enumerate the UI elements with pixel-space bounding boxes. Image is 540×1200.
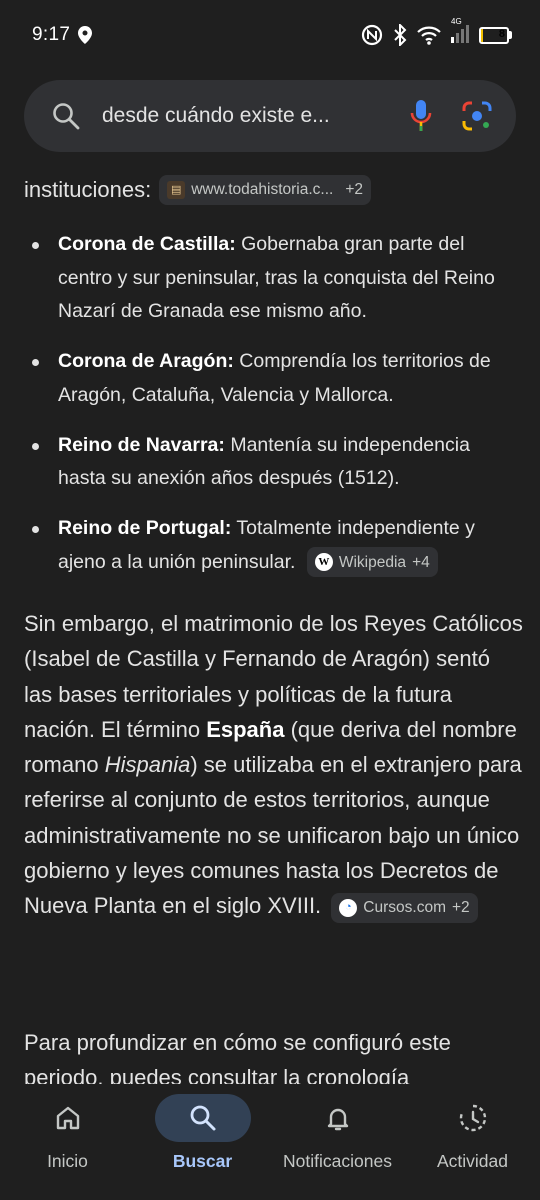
source-chip-wikipedia[interactable]: W Wikipedia +4 bbox=[306, 547, 438, 578]
mic-icon[interactable] bbox=[410, 99, 432, 133]
activity-icon bbox=[459, 1104, 486, 1132]
network-label: 4G bbox=[451, 16, 462, 26]
status-right: 4G 8 bbox=[361, 17, 512, 48]
nfc-icon bbox=[361, 24, 383, 46]
nav-label: Notificaciones bbox=[283, 1151, 392, 1171]
status-time: 9:17 bbox=[32, 24, 71, 45]
bluetooth-icon bbox=[394, 24, 407, 46]
battery-text: 8 bbox=[498, 27, 505, 40]
search-icon bbox=[190, 1105, 215, 1131]
cell-signal: 4G bbox=[451, 17, 469, 48]
bold-term: España bbox=[206, 716, 285, 742]
wifi-icon bbox=[417, 26, 441, 45]
intro-line: instituciones: ▤ www.todahistoria.c... +… bbox=[24, 174, 372, 206]
chip-source-label: www.todahistoria.c... bbox=[191, 181, 334, 198]
nav-item-actividad[interactable]: Actividad bbox=[405, 1084, 540, 1200]
source-chip-todahistoria[interactable]: ▤ www.todahistoria.c... +2 bbox=[159, 175, 372, 205]
bullet-title: Corona de Aragón: bbox=[58, 350, 234, 372]
location-icon bbox=[78, 26, 93, 44]
italic-term: Hispania bbox=[104, 752, 191, 778]
search-bar[interactable]: desde cuándo existe e... bbox=[24, 80, 516, 152]
bell-icon bbox=[327, 1108, 348, 1131]
chip-more-label: +4 bbox=[412, 553, 430, 571]
source-chip-cursos[interactable]: ◔ Cursos.com +2 bbox=[331, 892, 478, 923]
cursos-icon: ◔ bbox=[339, 898, 358, 917]
search-input[interactable]: desde cuándo existe e... bbox=[102, 104, 410, 128]
bullet-title: Reino de Portugal: bbox=[58, 517, 232, 539]
status-bar: 9:17 4G 8 bbox=[0, 0, 540, 70]
home-icon bbox=[56, 1106, 79, 1130]
chip-more-label: +2 bbox=[345, 181, 364, 198]
history-paragraph: Sin embargo, el matrimonio de los Reyes … bbox=[24, 606, 524, 924]
chip-more-label: +2 bbox=[451, 898, 470, 916]
chip-source-label: Cursos.com bbox=[363, 898, 446, 916]
ai-overview-content: instituciones: ▤ www.todahistoria.c... +… bbox=[0, 152, 540, 1084]
search-actions bbox=[410, 99, 492, 133]
bullet-title: Corona de Castilla: bbox=[58, 233, 236, 255]
list-item: Reino de Portugal: Totalmente independie… bbox=[0, 512, 540, 579]
list-item: Corona de Castilla: Gobernaba gran parte… bbox=[0, 228, 540, 329]
cell-signal-icon bbox=[451, 24, 469, 43]
chip-source-label: Wikipedia bbox=[338, 553, 407, 571]
list-item: Corona de Aragón: Comprendía los territo… bbox=[0, 345, 540, 412]
nav-label: Actividad bbox=[436, 1151, 508, 1171]
list-item: Reino de Navarra: Mantenía su independen… bbox=[0, 429, 540, 496]
nav-item-buscar[interactable]: Buscar bbox=[135, 1084, 270, 1200]
bullet-title: Reino de Navarra: bbox=[58, 433, 225, 456]
nav-label: Buscar bbox=[172, 1151, 233, 1171]
battery-icon: 8 bbox=[479, 26, 512, 44]
bottom-navigation: Inicio Buscar Notificaciones Actividad bbox=[0, 1084, 540, 1200]
nav-item-inicio[interactable]: Inicio bbox=[0, 1084, 135, 1200]
nav-label: Inicio bbox=[47, 1151, 88, 1171]
kingdoms-list: Corona de Castilla: Gobernaba gran parte… bbox=[0, 228, 540, 596]
intro-text: instituciones: bbox=[24, 177, 152, 202]
status-left: 9:17 bbox=[32, 24, 93, 46]
wikipedia-icon: W bbox=[314, 553, 333, 572]
todahistoria-icon: ▤ bbox=[167, 181, 186, 199]
search-icon[interactable] bbox=[52, 102, 80, 130]
lens-icon[interactable] bbox=[462, 101, 492, 131]
nav-item-notificaciones[interactable]: Notificaciones bbox=[270, 1084, 405, 1200]
followup-paragraph: Para profundizar en cómo se configuró es… bbox=[24, 1030, 451, 1084]
